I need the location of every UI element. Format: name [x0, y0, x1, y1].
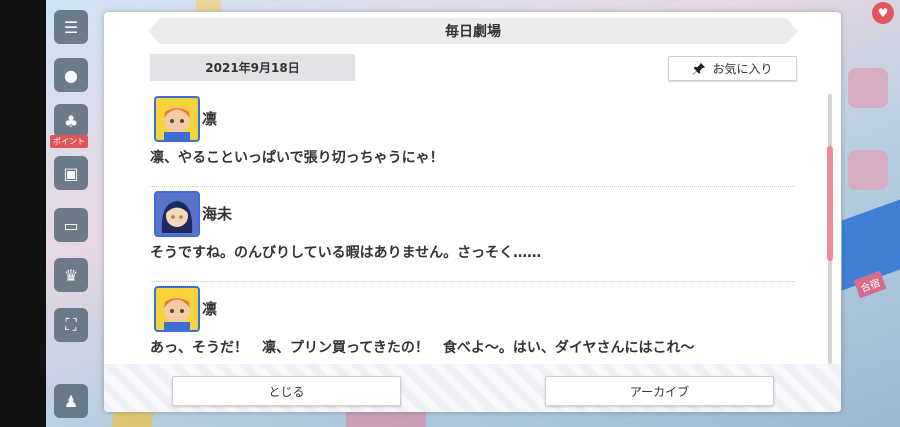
dialog-title: 毎日劇場: [148, 18, 798, 44]
point-badge: ポイント: [50, 135, 88, 148]
pin-icon: [693, 62, 706, 75]
chat-message: 海未 そうですね。のんびりしている暇はありません。さっそく……: [150, 187, 795, 282]
message-text: 凛、やることいっぱいで張り切っちゃうにゃ！: [150, 150, 444, 166]
avatar-umi: [154, 191, 200, 237]
close-button[interactable]: とじる: [172, 376, 401, 406]
gift-icon[interactable]: ▣: [54, 156, 88, 190]
left-menu-rail: ☰ ● ♣ ポイント ▣ ▭ ♛ ⛶ ♟: [50, 0, 92, 427]
speaker-name: 凛: [202, 110, 218, 128]
daily-theater-dialog: 毎日劇場 2021年9月18日 お気に入り 凛 凛、やることいっぱいで張り切っち…: [104, 12, 841, 412]
chat-icon[interactable]: ●: [54, 58, 88, 92]
chat-message: 凛 凛、やることいっぱいで張り切っちゃうにゃ！: [150, 92, 795, 187]
scrollbar-thumb[interactable]: [827, 146, 833, 261]
person-icon[interactable]: ♟: [54, 384, 88, 418]
right-menu-button-2[interactable]: [848, 150, 888, 190]
chat-message: 凛 あっ、そうだ！ 凛、プリン買ってきたの！ 食べよ～。はい、ダイヤさんにはこれ…: [150, 282, 795, 377]
archive-button[interactable]: アーカイブ: [545, 376, 774, 406]
crown-icon[interactable]: ♛: [54, 258, 88, 292]
menu-icon[interactable]: ☰: [54, 10, 88, 44]
avatar-rin: [154, 286, 200, 332]
speaker-name: 凛: [202, 300, 218, 318]
right-menu-button[interactable]: [848, 68, 888, 108]
favorite-button[interactable]: お気に入り: [668, 56, 797, 81]
screen-icon[interactable]: ▭: [54, 208, 88, 242]
avatar-rin: [154, 96, 200, 142]
favorite-label: お気に入り: [712, 62, 773, 76]
mascot-icon[interactable]: ♣: [54, 104, 88, 138]
screen-edge: [0, 0, 46, 427]
message-text: あっ、そうだ！ 凛、プリン買ってきたの！ 食べよ～。はい、ダイヤさんにはこれ～: [150, 340, 695, 356]
right-menu-rail: ♥ 合宿: [842, 0, 900, 427]
speaker-name: 海未: [202, 205, 233, 223]
message-text: そうですね。のんびりしている暇はありません。さっそく……: [150, 245, 542, 261]
chat-log: 凛 凛、やることいっぱいで張り切っちゃうにゃ！ 海未 そうですね。のんびりしてい…: [150, 92, 795, 377]
fullscreen-icon[interactable]: ⛶: [54, 308, 88, 342]
date-label: 2021年9月18日: [150, 54, 355, 81]
heart-icon[interactable]: ♥: [872, 2, 894, 24]
